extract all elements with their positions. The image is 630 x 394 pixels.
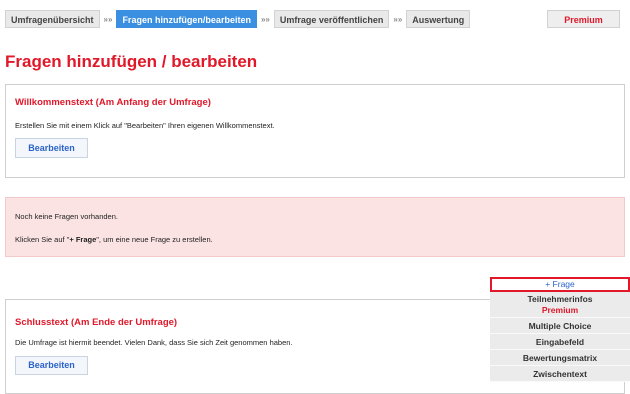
alert-line-1: Noch keine Fragen vorhanden. xyxy=(15,212,118,221)
step-umfrage-veroeffentlichen[interactable]: Umfrage veröffentlichen xyxy=(273,10,390,28)
welcome-card: Willkommenstext (Am Anfang der Umfrage) … xyxy=(5,84,625,178)
alert-line-2-prefix: Klicken Sie auf " xyxy=(15,235,70,244)
add-question-button[interactable]: + Frage xyxy=(490,277,630,292)
alert-add-question-hint: + Frage xyxy=(69,235,97,244)
step-umfragenuebersicht[interactable]: Umfragenübersicht xyxy=(5,10,100,28)
menu-item-bewertungsmatrix[interactable]: Bewertungsmatrix xyxy=(490,350,630,366)
premium-badge: Premium xyxy=(541,305,579,315)
welcome-title: Willkommenstext (Am Anfang der Umfrage) xyxy=(15,97,211,108)
step-separator: »» xyxy=(393,14,403,24)
step-separator: »» xyxy=(103,14,113,24)
no-questions-alert: Noch keine Fragen vorhanden. Klicken Sie… xyxy=(5,197,625,257)
menu-item-label: Teilnehmerinfos xyxy=(527,294,593,304)
step-separator: »» xyxy=(260,14,270,24)
closing-edit-button[interactable]: Bearbeiten xyxy=(15,356,88,375)
welcome-text: Erstellen Sie mit einem Klick auf "Bearb… xyxy=(15,121,275,130)
steps-nav: Umfragenübersicht »» Fragen hinzufügen/b… xyxy=(5,10,471,28)
alert-line-2-suffix: ", um eine neue Frage zu erstellen. xyxy=(96,235,213,244)
menu-item-multiple-choice[interactable]: Multiple Choice xyxy=(490,318,630,334)
menu-item-teilnehmerinfos[interactable]: Teilnehmerinfos Premium xyxy=(490,292,630,318)
menu-item-zwischentext[interactable]: Zwischentext xyxy=(490,366,630,382)
premium-tab[interactable]: Premium xyxy=(547,10,620,28)
add-question-menu: + Frage Teilnehmerinfos Premium Multiple… xyxy=(490,277,630,382)
page-title: Fragen hinzufügen / bearbeiten xyxy=(5,52,258,71)
menu-item-eingabefeld[interactable]: Eingabefeld xyxy=(490,334,630,350)
step-auswertung[interactable]: Auswertung xyxy=(406,10,471,28)
closing-title: Schlusstext (Am Ende der Umfrage) xyxy=(15,317,178,328)
step-fragen-bearbeiten[interactable]: Fragen hinzufügen/bearbeiten xyxy=(116,10,257,28)
welcome-edit-button[interactable]: Bearbeiten xyxy=(15,138,88,158)
alert-line-2: Klicken Sie auf "+ Frage", um eine neue … xyxy=(15,235,213,244)
closing-text: Die Umfrage ist hiermit beendet. Vielen … xyxy=(15,338,293,347)
